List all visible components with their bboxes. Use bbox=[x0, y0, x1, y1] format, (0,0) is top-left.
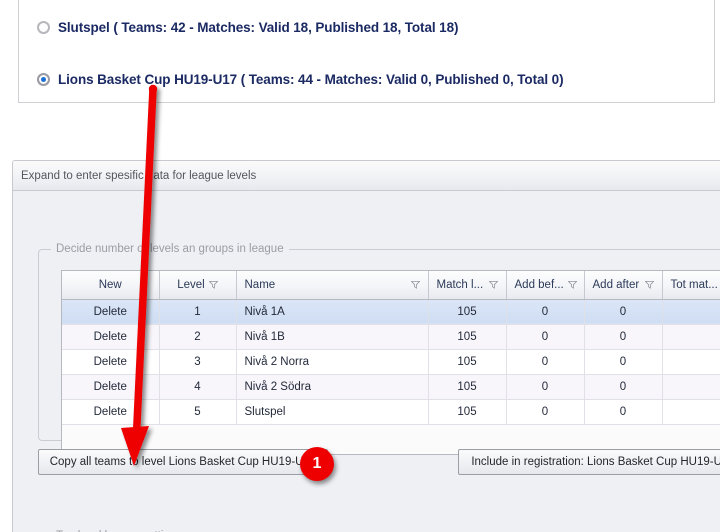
cell-add-before[interactable]: 0 bbox=[506, 299, 585, 325]
column-header-new[interactable]: New bbox=[62, 271, 160, 300]
column-header-match-length[interactable]: Match l... bbox=[428, 271, 507, 300]
cell-match-length[interactable]: 105 bbox=[428, 349, 507, 375]
league-option-label: Lions Basket Cup HU19-U17 ( Teams: 44 - … bbox=[58, 72, 564, 87]
cell-level[interactable]: 4 bbox=[159, 374, 237, 400]
table-row[interactable]: Delete 1 Nivå 1A 105 0 0 bbox=[62, 299, 720, 325]
levels-groupbox: Decide number of levels an groups in lea… bbox=[38, 243, 720, 455]
cell-add-after[interactable]: 0 bbox=[584, 349, 663, 375]
cell-level[interactable]: 2 bbox=[159, 324, 237, 350]
cell-add-before[interactable]: 0 bbox=[506, 324, 585, 350]
delete-row-button[interactable]: Delete bbox=[62, 374, 160, 400]
levels-table: New Level Name Match l... Add bef... Add… bbox=[61, 270, 720, 455]
column-header-label: Name bbox=[244, 278, 276, 291]
filter-icon[interactable] bbox=[488, 280, 498, 290]
league-option-label: Slutspel ( Teams: 42 - Matches: Valid 18… bbox=[58, 20, 459, 35]
league-option-lions-basket-cup[interactable]: Lions Basket Cup HU19-U17 ( Teams: 44 - … bbox=[37, 72, 564, 87]
cell-tot-matches[interactable] bbox=[662, 299, 720, 325]
column-header-label: Tot mat... bbox=[670, 278, 718, 291]
filter-icon[interactable] bbox=[208, 280, 218, 290]
cell-level[interactable]: 5 bbox=[159, 399, 237, 425]
league-levels-panel: Expand to enter spesific data for league… bbox=[12, 160, 720, 532]
cell-tot-matches[interactable] bbox=[662, 399, 720, 425]
table-row[interactable]: Delete 2 Nivå 1B 105 0 0 bbox=[62, 324, 720, 350]
delete-row-button[interactable]: Delete bbox=[62, 299, 160, 325]
include-in-registration-label: Include in registration: Lions Basket Cu… bbox=[471, 456, 720, 468]
league-option-slutspel[interactable]: Slutspel ( Teams: 42 - Matches: Valid 18… bbox=[37, 20, 458, 35]
column-header-label: Match l... bbox=[436, 278, 484, 291]
column-header-label: New bbox=[98, 278, 122, 291]
cell-add-after[interactable]: 0 bbox=[584, 374, 663, 400]
column-header-level[interactable]: Level bbox=[159, 271, 237, 300]
cell-match-length[interactable]: 105 bbox=[428, 299, 507, 325]
cell-name[interactable]: Slutspel bbox=[236, 399, 429, 425]
league-selection-panel: Slutspel ( Teams: 42 - Matches: Valid 18… bbox=[18, 0, 715, 103]
step-number-badge: 1 bbox=[300, 447, 334, 481]
column-header-name[interactable]: Name bbox=[236, 271, 429, 300]
radio-unchecked-icon[interactable] bbox=[37, 21, 50, 34]
cell-name[interactable]: Nivå 1A bbox=[236, 299, 429, 325]
column-header-label: Level bbox=[177, 278, 205, 291]
cell-level[interactable]: 1 bbox=[159, 299, 237, 325]
include-in-registration-button[interactable]: Include in registration: Lions Basket Cu… bbox=[458, 449, 720, 475]
column-header-tot-matches[interactable]: Tot mat... bbox=[662, 271, 720, 300]
cell-add-after[interactable]: 0 bbox=[584, 324, 663, 350]
expander-header[interactable]: Expand to enter spesific data for league… bbox=[13, 161, 720, 191]
cell-name[interactable]: Nivå 1B bbox=[236, 324, 429, 350]
cell-match-length[interactable]: 105 bbox=[428, 374, 507, 400]
cell-tot-matches[interactable] bbox=[662, 349, 720, 375]
cell-name[interactable]: Nivå 2 Södra bbox=[236, 374, 429, 400]
delete-row-button[interactable]: Delete bbox=[62, 399, 160, 425]
cell-tot-matches[interactable] bbox=[662, 324, 720, 350]
cell-add-before[interactable]: 0 bbox=[506, 399, 585, 425]
levels-groupbox-title: Decide number of levels an groups in lea… bbox=[51, 243, 289, 255]
cell-match-length[interactable]: 105 bbox=[428, 399, 507, 425]
step-number-label: 1 bbox=[312, 455, 322, 472]
column-header-add-after[interactable]: Add after bbox=[584, 271, 663, 300]
cell-name[interactable]: Nivå 2 Norra bbox=[236, 349, 429, 375]
copy-all-teams-button[interactable]: Copy all teams to level Lions Basket Cup… bbox=[38, 449, 328, 475]
delete-row-button[interactable]: Delete bbox=[62, 324, 160, 350]
panel-body: Decide number of levels an groups in lea… bbox=[13, 191, 720, 532]
cell-level[interactable]: 3 bbox=[159, 349, 237, 375]
cell-match-length[interactable]: 105 bbox=[428, 324, 507, 350]
column-header-label: Add after bbox=[592, 278, 640, 291]
cell-add-after[interactable]: 0 bbox=[584, 399, 663, 425]
expander-header-label: Expand to enter spesific data for league… bbox=[21, 169, 257, 182]
table-row[interactable]: Delete 5 Slutspel 105 0 0 bbox=[62, 399, 720, 425]
column-header-add-before[interactable]: Add bef... bbox=[506, 271, 585, 300]
cell-add-before[interactable]: 0 bbox=[506, 374, 585, 400]
filter-icon[interactable] bbox=[567, 280, 577, 290]
cell-add-before[interactable]: 0 bbox=[506, 349, 585, 375]
cell-add-after[interactable]: 0 bbox=[584, 299, 663, 325]
radio-checked-icon[interactable] bbox=[37, 73, 50, 86]
copy-all-teams-label: Copy all teams to level Lions Basket Cup… bbox=[49, 456, 317, 468]
delete-row-button[interactable]: Delete bbox=[62, 349, 160, 375]
column-header-label: Add bef... bbox=[514, 278, 564, 291]
table-row[interactable]: Delete 4 Nivå 2 Södra 105 0 0 bbox=[62, 374, 720, 400]
table-row[interactable]: Delete 3 Nivå 2 Norra 105 0 0 bbox=[62, 349, 720, 375]
filter-icon[interactable] bbox=[644, 280, 654, 290]
cell-tot-matches[interactable] bbox=[662, 374, 720, 400]
table-header-row: New Level Name Match l... Add bef... Add… bbox=[62, 271, 720, 300]
filter-icon[interactable] bbox=[410, 280, 420, 290]
